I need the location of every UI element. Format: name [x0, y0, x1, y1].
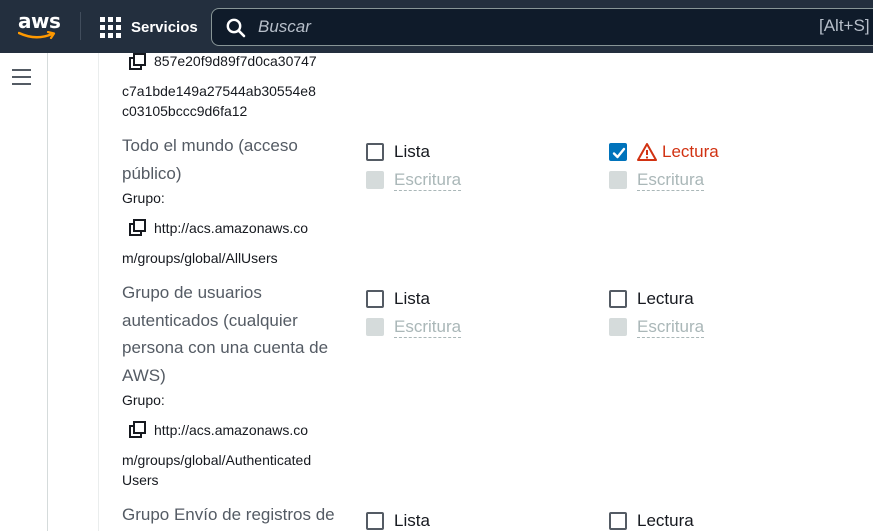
acl-read-checkbox[interactable]	[609, 512, 627, 530]
left-side-rail	[0, 53, 48, 531]
search-input[interactable]	[258, 15, 798, 39]
services-menu-button[interactable]: Servicios	[100, 16, 198, 38]
grantee-name-line: persona con una cuenta de	[122, 338, 329, 357]
canonical-id-line: c7a1bde149a27544ab30554e8	[122, 83, 316, 99]
search-shortcut-hint: [Alt+S]	[819, 16, 870, 35]
aws-smile-icon	[18, 31, 56, 40]
search-box[interactable]: [Alt+S]	[211, 8, 873, 46]
canonical-id-line: 857e20f9d89f7d0ca30747	[154, 53, 317, 69]
group-label: Grupo:	[122, 392, 165, 408]
acl-read-checkbox[interactable]	[609, 290, 627, 308]
grantee-name-everyone: Todo el mundo (acceso público)	[122, 132, 352, 187]
acl-write-checkbox	[609, 171, 627, 189]
grantee-name-line: público)	[122, 163, 182, 183]
grantee-name-log-delivery: Grupo Envío de registros de	[122, 501, 352, 529]
grantee-name-authenticated-users: Grupo de usuarios autenticados (cualquie…	[122, 279, 352, 389]
group-uri-line: http://acs.amazonaws.co	[154, 422, 309, 438]
group-uri-line: Users	[122, 472, 159, 488]
objects-list-label: Lista	[394, 511, 430, 530]
nav-divider	[80, 12, 81, 40]
acl-write-checkbox	[609, 318, 627, 336]
grid-icon	[100, 16, 121, 38]
copy-icon[interactable]	[129, 53, 147, 71]
group-uri-line: http://acs.amazonaws.co	[154, 220, 309, 236]
objects-list-label: Lista	[394, 289, 430, 308]
grantee-name-line: Todo el mundo (acceso	[122, 136, 298, 155]
copy-icon[interactable]	[129, 219, 147, 237]
grantee-name-line: Grupo de usuarios	[122, 283, 262, 302]
acl-read-checkbox[interactable]	[609, 143, 627, 161]
grantee-name-line: AWS)	[122, 365, 166, 385]
objects-write-checkbox	[366, 171, 384, 189]
group-label: Grupo:	[122, 190, 165, 206]
canonical-id-line: c03105bccc9d6fa12	[122, 103, 248, 119]
acl-write-label: Escritura	[637, 170, 705, 191]
top-navigation-bar: aws Servicios [Alt+S]	[0, 0, 873, 53]
acl-read-label: Lectura	[662, 142, 719, 161]
objects-list-label: Lista	[394, 142, 430, 161]
objects-list-checkbox[interactable]	[366, 143, 384, 161]
grantee-name-line: autenticados (cualquier	[122, 310, 298, 330]
group-uri-line: m/groups/global/Authenticated	[122, 452, 312, 468]
acl-read-label: Lectura	[637, 511, 694, 530]
group-uri-line: m/groups/global/AllUsers	[122, 250, 278, 266]
objects-write-label: Escritura	[394, 317, 462, 338]
objects-write-checkbox	[366, 318, 384, 336]
hamburger-icon[interactable]	[12, 69, 32, 85]
objects-list-checkbox[interactable]	[366, 290, 384, 308]
acl-write-label: Escritura	[637, 317, 705, 338]
search-icon	[226, 18, 246, 38]
objects-write-label: Escritura	[394, 170, 462, 191]
grantee-name-line: Grupo Envío de registros de	[122, 505, 335, 524]
checkmark-icon	[612, 147, 626, 159]
warning-icon	[637, 143, 657, 161]
aws-logo[interactable]: aws	[16, 9, 64, 43]
services-label: Servicios	[131, 18, 198, 36]
copy-icon[interactable]	[129, 421, 147, 439]
objects-list-checkbox[interactable]	[366, 512, 384, 530]
aws-logo-text: aws	[18, 9, 61, 33]
acl-read-label: Lectura	[637, 289, 694, 308]
